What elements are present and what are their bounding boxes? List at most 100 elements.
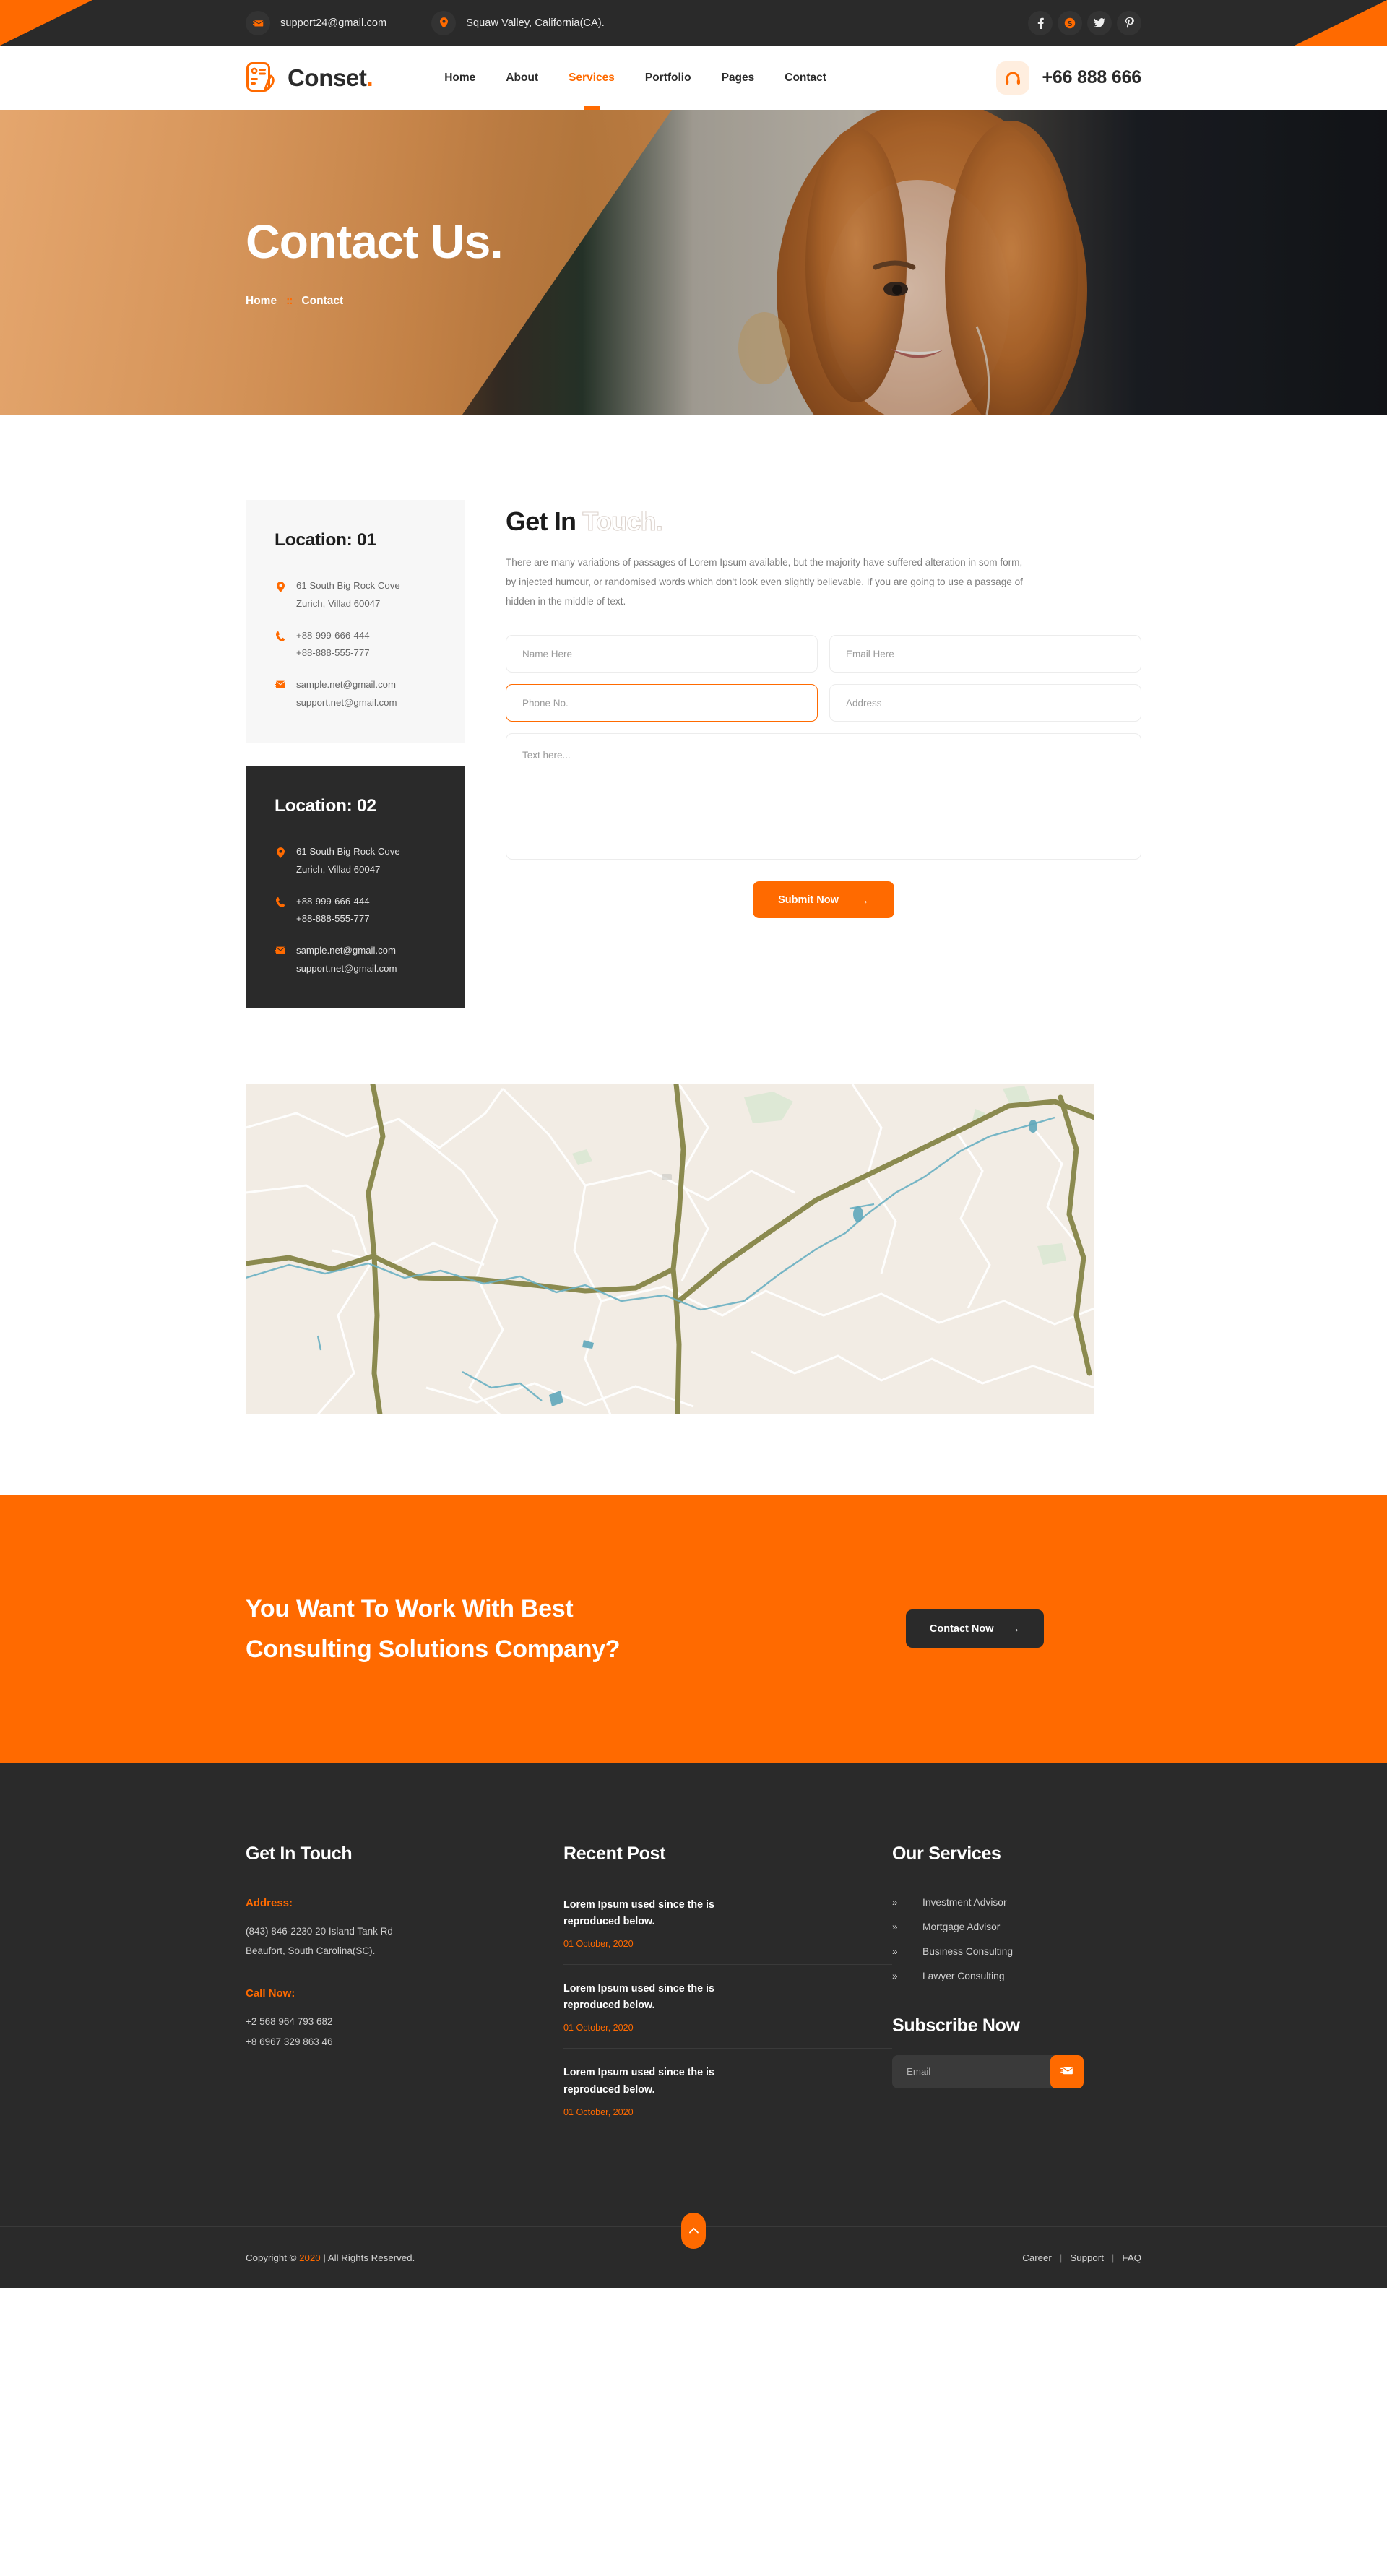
post-title: Lorem Ipsum used since the is reproduced… [563, 2067, 714, 2096]
main-navigation: Home About Services Portfolio Pages Cont… [429, 46, 842, 110]
footer-recent-post-title: Recent Post [563, 1843, 666, 1864]
contact-form [506, 635, 1141, 860]
footer-get-in-touch-title: Get In Touch [246, 1843, 353, 1864]
topbar-location[interactable]: Squaw Valley, California(CA). [431, 10, 605, 35]
contact-form-column: Get In Touch. There are many variations … [465, 500, 1141, 919]
footer-address-label: Address: [246, 1896, 293, 1909]
copyright-suffix: | All Rights Reserved. [320, 2252, 415, 2263]
cta-heading: You Want To Work With Best Consulting So… [246, 1589, 621, 1669]
nav-item-services[interactable]: Services [553, 46, 630, 110]
topbar-location-text: Squaw Valley, California(CA). [466, 17, 605, 29]
subscribe-email-input[interactable] [892, 2066, 1050, 2078]
footer-link-support[interactable]: Support [1070, 2252, 1104, 2263]
footer-call-line: +8 6967 329 863 46 [246, 2036, 333, 2047]
brand-name: Conset [288, 64, 367, 91]
breadcrumb-home[interactable]: Home [246, 295, 277, 308]
address-input[interactable] [829, 684, 1141, 722]
facebook-icon[interactable] [1028, 10, 1053, 35]
arrow-right-icon: → [1009, 1622, 1021, 1635]
service-item-business-consulting[interactable]: » Business Consulting [892, 1946, 1141, 1957]
nav-item-home[interactable]: Home [429, 46, 491, 110]
contact-section: Location: 01 61 South Big Rock Cove Zuri… [0, 415, 1387, 1008]
address-line: 61 South Big Rock Cove [296, 580, 400, 591]
email-input[interactable] [829, 635, 1141, 673]
footer-link-faq[interactable]: FAQ [1122, 2252, 1141, 2263]
breadcrumb: Home :: Contact [246, 295, 1141, 308]
phone-line: +88-888-555-777 [296, 647, 370, 659]
recent-post-item[interactable]: Lorem Ipsum used since the is reproduced… [563, 2065, 892, 2132]
address-line: 61 South Big Rock Cove [296, 845, 400, 857]
map-pin-icon [275, 579, 286, 592]
submit-button[interactable]: Submit Now → [753, 881, 894, 919]
top-bar: support24@gmail.com Squaw Valley, Califo… [0, 0, 1387, 46]
contact-now-label: Contact Now [929, 1622, 994, 1635]
site-header: Conset. Home About Services Portfolio Pa… [0, 46, 1387, 110]
footer-call-label: Call Now: [246, 1987, 295, 2000]
link-divider: | [1059, 2252, 1063, 2263]
form-heading: Get In Touch. [506, 506, 1141, 536]
svg-text:S: S [1068, 20, 1073, 28]
copyright-text: Copyright © 2020 | All Rights Reserved. [246, 2252, 415, 2263]
footer-recent-posts: Recent Post Lorem Ipsum used since the i… [563, 1844, 892, 2148]
service-label: Mortgage Advisor [922, 1921, 1001, 1932]
page-hero: Contact Us. Home :: Contact [0, 110, 1387, 415]
location-card-01: Location: 01 61 South Big Rock Cove Zuri… [246, 500, 465, 743]
map-section [0, 1008, 1387, 1495]
service-label: Lawyer Consulting [922, 1970, 1005, 1981]
topbar-email[interactable]: support24@gmail.com [246, 10, 386, 35]
footer-get-in-touch: Get In Touch Address: (843) 846-2230 20 … [246, 1844, 563, 2052]
scroll-to-top-button[interactable] [681, 2212, 706, 2249]
twitter-icon[interactable] [1087, 10, 1112, 35]
post-date: 01 October, 2020 [563, 1939, 634, 1950]
nav-item-about[interactable]: About [491, 46, 553, 110]
contact-now-button[interactable]: Contact Now → [905, 1609, 1044, 1648]
subscribe-submit-button[interactable] [1050, 2054, 1084, 2088]
phone-icon [275, 895, 286, 907]
header-phone[interactable]: +66 888 666 [996, 61, 1141, 95]
copyright-year: 2020 [299, 2252, 321, 2263]
header-phone-number: +66 888 666 [1042, 67, 1141, 87]
skype-icon[interactable]: S [1058, 10, 1082, 35]
footer-link-career[interactable]: Career [1022, 2252, 1052, 2263]
service-item-investment-advisor[interactable]: » Investment Advisor [892, 1897, 1141, 1908]
name-input[interactable] [506, 635, 818, 673]
cta-banner: You Want To Work With Best Consulting So… [0, 1495, 1387, 1763]
nav-item-contact[interactable]: Contact [769, 46, 842, 110]
phone-line: +88-999-666-444 [296, 895, 370, 907]
nav-item-pages[interactable]: Pages [707, 46, 770, 110]
map-pin-icon [275, 845, 286, 858]
footer-services: Our Services » Investment Advisor » Mort… [892, 1844, 1141, 2088]
footer-subscribe-title: Subscribe Now [892, 2015, 1020, 2036]
service-item-lawyer-consulting[interactable]: » Lawyer Consulting [892, 1971, 1141, 1981]
footer-bottom-links: Career | Support | FAQ [1022, 2252, 1141, 2263]
service-label: Business Consulting [922, 1945, 1014, 1957]
address-line: Zurich, Villad 60047 [296, 863, 381, 875]
post-title: Lorem Ipsum used since the is reproduced… [563, 1898, 714, 1927]
double-chevron-right-icon: » [892, 1921, 898, 1932]
breadcrumb-current: Contact [301, 294, 344, 307]
location-01-title: Location: 01 [275, 530, 376, 550]
nav-item-portfolio[interactable]: Portfolio [630, 46, 707, 110]
recent-post-item[interactable]: Lorem Ipsum used since the is reproduced… [563, 1981, 892, 2049]
recent-post-item[interactable]: Lorem Ipsum used since the is reproduced… [563, 1897, 892, 1966]
envelope-icon [246, 10, 270, 35]
double-chevron-right-icon: » [892, 1970, 898, 1981]
phone-icon [275, 629, 286, 641]
map-pin-icon [431, 10, 457, 35]
social-links: S [1028, 10, 1141, 35]
pinterest-icon[interactable] [1117, 10, 1141, 35]
service-item-mortgage-advisor[interactable]: » Mortgage Advisor [892, 1922, 1141, 1932]
logo[interactable]: Conset. [246, 61, 373, 95]
location-map[interactable] [246, 1084, 1094, 1414]
address-line: Zurich, Villad 60047 [296, 597, 381, 609]
envelope-icon [275, 678, 286, 688]
footer-address-line: Beaufort, South Carolina(SC). [246, 1945, 376, 1957]
message-textarea[interactable] [506, 733, 1141, 860]
phone-line: +88-999-666-444 [296, 629, 370, 641]
page-title: Contact Us. [246, 215, 504, 269]
send-envelope-icon [1060, 2065, 1073, 2078]
post-date: 01 October, 2020 [563, 2023, 634, 2033]
post-date: 01 October, 2020 [563, 2106, 634, 2117]
phone-input[interactable] [506, 684, 818, 722]
site-footer: Get In Touch Address: (843) 846-2230 20 … [0, 1762, 1387, 2288]
